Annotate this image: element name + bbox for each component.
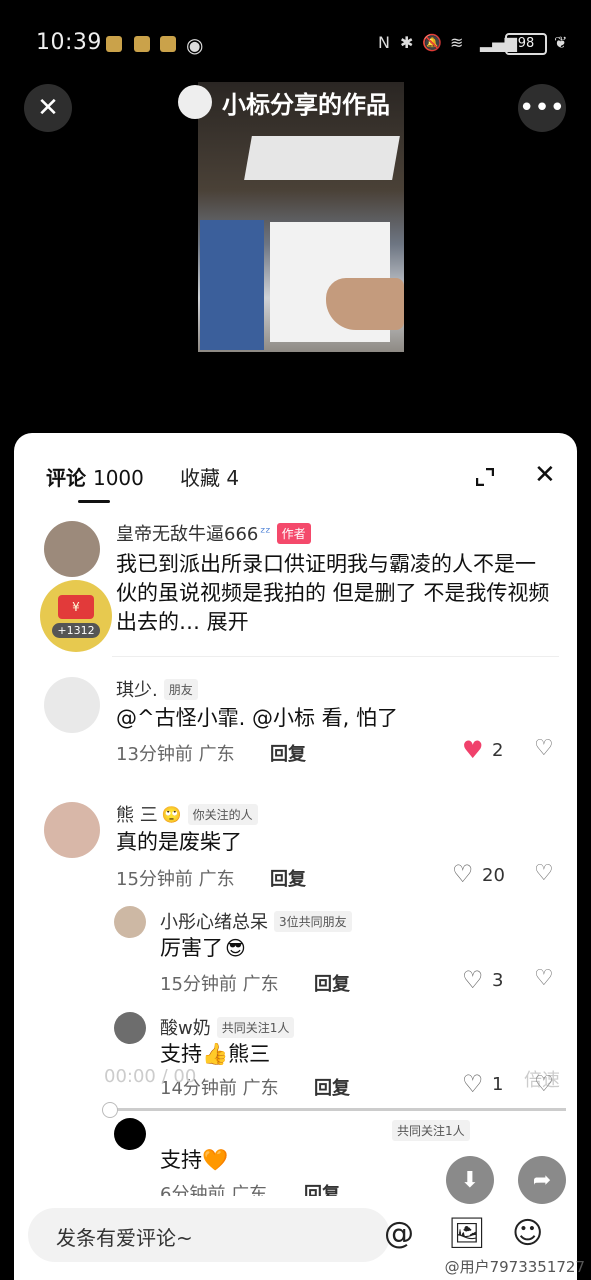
playback-time: 00:00 / 00 [104,1066,197,1087]
emoji-icon[interactable]: ☺ [512,1216,543,1251]
relation-badge: 朋友 [163,678,198,700]
reply-button[interactable]: 回复 [270,865,306,891]
comment-text[interactable]: 我已到派出所录口供证明我与霸凌的人不是一伙的虽说视频是我拍的 但是删了 不是我传… [116,550,556,637]
page-title: 小标分享的作品 [178,84,390,120]
heart-icon[interactable]: ♡ [452,860,474,888]
emoji-icon: 😎 [225,936,246,960]
red-packet-count: +1312 [52,622,100,638]
avatar[interactable] [44,677,100,733]
leaf-icon: ❦ [554,33,568,52]
watermark: @用户7973351727 [444,1258,585,1276]
relation-badge: 共同关注1人 [392,1120,470,1141]
share-button[interactable]: ➦ [518,1156,566,1204]
avatar[interactable] [44,521,100,577]
comment-header: 皇帝无敌牛逼666 ᶻᶻ 作者 [116,520,311,546]
notification-icon [134,36,150,52]
comment-input[interactable]: 发条有爱评论~ [28,1208,390,1262]
mention-icon[interactable]: @ [384,1216,414,1251]
battery-icon: 98 [505,33,547,55]
comment-text[interactable]: 支持🧡 [160,1146,228,1175]
mute-icon: 🔕 [422,33,442,52]
close-icon[interactable]: ✕ [534,460,556,490]
notification-icon [160,36,176,52]
avatar[interactable] [114,1012,146,1044]
comment-text[interactable]: 真的是废柴了 [116,828,242,857]
like-count: 2 [492,740,504,761]
heart-icon[interactable]: ♥ [462,736,484,764]
red-packet-button[interactable]: ¥ +1312 [40,580,112,652]
comment-text[interactable]: 厉害了 😎 [160,934,246,963]
avatar[interactable] [114,1118,146,1150]
more-button[interactable]: ••• [518,84,566,132]
close-icon: ✕ [37,93,59,123]
like-count: 1 [492,1074,504,1095]
more-icon: ••• [518,93,565,123]
emoji-icon: 🙄 [161,804,182,824]
divider [112,656,559,657]
progress-bar[interactable] [104,1108,566,1111]
heart-icon[interactable]: ♡ [462,1070,484,1098]
comment-time: 15分钟前 广东 [116,869,235,890]
eye-icon: ◉ [186,33,204,57]
dislike-icon[interactable]: ♡ [534,966,554,991]
expand-icon[interactable] [476,468,494,486]
avatar[interactable] [114,906,146,938]
username[interactable]: 皇帝无敌牛逼666 [116,520,258,546]
relation-badge: 你关注的人 [187,803,258,825]
like-count: 3 [492,970,504,991]
avatar[interactable] [178,85,212,119]
relation-badge: 3位共同朋友 [274,910,352,932]
clock: 10:39 [36,30,102,55]
share-icon: ➦ [532,1167,552,1193]
comment-time: 6分钟前 广东 [160,1184,268,1196]
reply-button[interactable]: 回复 [270,740,306,766]
comment-header: 熊 三 🙄 你关注的人 [116,801,258,827]
relation-badge: 共同关注1人 [216,1016,295,1038]
reply-button[interactable]: 回复 [304,1180,340,1196]
username[interactable]: 小彤心绪总呆 [160,908,268,934]
username[interactable]: 酸w奶 [160,1014,211,1040]
comment-text[interactable]: @^古怪小霏. @小标 看, 怕了 [116,704,398,733]
notification-icon [106,36,122,52]
video-content [326,278,404,330]
comment-time: 13分钟前 广东 [116,744,235,765]
reply-button[interactable]: 回复 [314,970,350,996]
video-content [200,220,264,350]
comment-header: 小彤心绪总呆 3位共同朋友 [160,908,352,934]
zzz-icon: ᶻᶻ [260,525,271,541]
comment-time: 15分钟前 广东 [160,974,279,995]
like-count: 20 [482,865,505,886]
dislike-icon[interactable]: ♡ [534,1072,554,1097]
username[interactable]: 熊 三 [116,801,158,827]
tab-indicator [78,500,110,503]
avatar[interactable] [44,802,100,858]
bluetooth-icon: ✱ [400,33,414,52]
status-bar: 10:39 ◉ N ✱ 🔕 ≋ ▂▄▆ 98 ❦ [0,0,591,88]
image-icon[interactable]: 🖼 [448,1216,486,1251]
video-content [244,136,400,180]
play-icon[interactable] [36,1074,70,1114]
comment-header: 琪少. 朋友 [116,676,198,702]
close-button[interactable]: ✕ [24,84,72,132]
progress-handle[interactable] [102,1102,118,1118]
tab-comments[interactable]: 评论 1000 [46,462,144,491]
nfc-icon: N [378,33,390,52]
author-badge: 作者 [276,522,311,544]
tab-favorites[interactable]: 收藏 4 [180,462,239,491]
download-icon: ⬇ [460,1167,480,1193]
comment-header: 酸w奶 共同关注1人 [160,1014,295,1040]
username[interactable]: 琪少. [116,676,158,702]
comment-text[interactable]: 支持👍熊三 [160,1040,270,1069]
wifi-icon: ≋ [450,33,464,52]
dislike-icon[interactable]: ♡ [534,736,554,761]
dislike-icon[interactable]: ♡ [534,861,554,886]
heart-icon[interactable]: ♡ [462,966,484,994]
red-packet-icon: ¥ [58,594,94,619]
download-button[interactable]: ⬇ [446,1156,494,1204]
reply-button[interactable]: 回复 [314,1074,350,1100]
